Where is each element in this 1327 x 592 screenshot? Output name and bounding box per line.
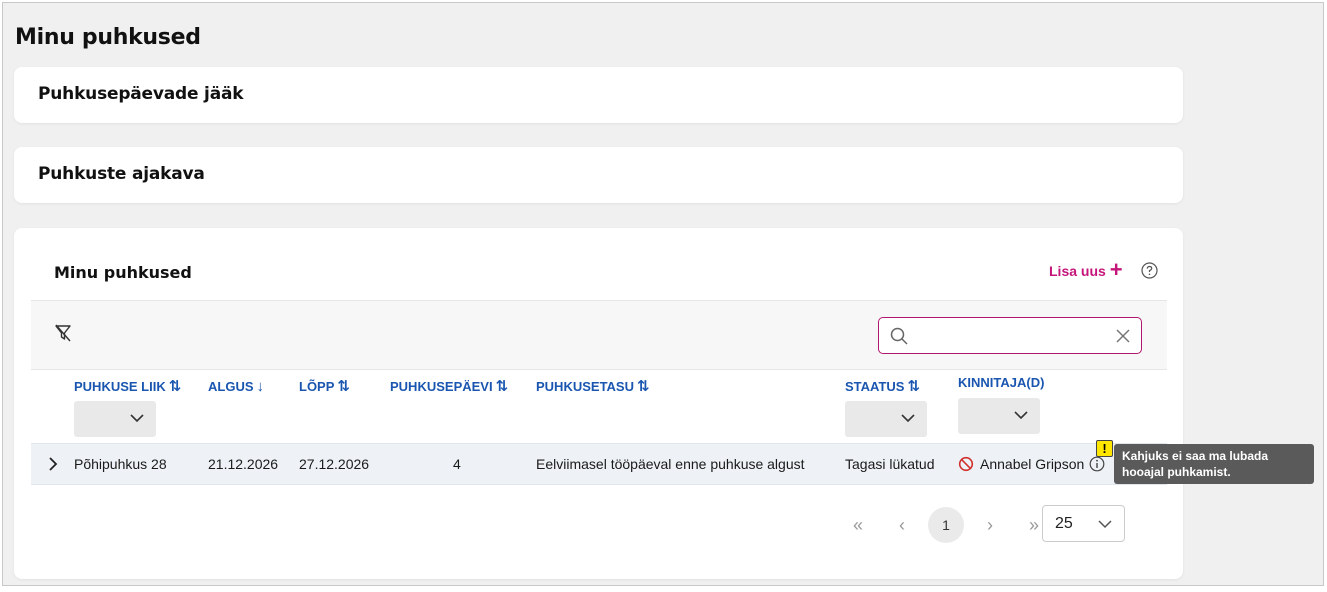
first-page-button[interactable]: « [840,507,876,543]
cell-type: Põhipuhkus 28 [74,456,167,472]
section-title: Minu puhkused [54,263,192,282]
cell-days: 4 [453,456,461,472]
cell-status: Tagasi lükatud [845,456,935,472]
add-new-label: Lisa uus [1049,263,1106,279]
column-header-approver[interactable]: KINNITAJA(D) [958,375,1044,390]
sort-desc-icon: ↓ [256,377,265,395]
page-size-value: 25 [1055,515,1073,532]
chevron-down-icon [1098,520,1112,529]
chevron-down-icon [901,414,915,423]
chevron-down-icon [1014,411,1028,420]
cell-start: 21.12.2026 [208,456,279,472]
schedule-card-title[interactable]: Puhkuste ajakava [38,164,205,184]
sort-both-icon: ⇅ [495,377,509,395]
leaves-card: Minu puhkused Lisa uus + PUHKUSE LIIK ⇅ … [14,228,1183,579]
cell-approver: Annabel Gripson [980,456,1085,472]
plus-icon: + [1109,257,1123,282]
close-icon[interactable] [1115,328,1131,344]
info-icon[interactable] [1089,456,1105,472]
status-filter-dropdown[interactable] [845,401,927,437]
page-title: Minu puhkused [15,25,201,50]
column-header-type[interactable]: PUHKUSE LIIK ⇅ [74,377,182,395]
page-1-button[interactable]: 1 [928,507,964,543]
cell-end: 27.12.2026 [299,456,370,472]
help-circle-icon[interactable] [1141,262,1158,279]
type-filter-dropdown[interactable] [74,401,156,437]
sort-both-icon: ⇅ [907,377,921,395]
balance-card[interactable]: Puhkusepäevade jääk [14,67,1183,123]
prev-page-button[interactable]: ‹ [884,507,920,543]
column-header-end[interactable]: LÕPP ⇅ [299,377,350,395]
page-size-select[interactable]: 25 [1042,505,1125,542]
schedule-card[interactable]: Puhkuste ajakava [14,147,1183,203]
blocked-icon [958,456,974,472]
table-toolbar [31,300,1167,370]
table-header: PUHKUSE LIIK ⇅ ALGUS ↓ LÕPP ⇅ PUHKUSEPÄE… [31,371,1167,443]
approver-filter-dropdown[interactable] [958,398,1040,434]
search-field[interactable] [878,317,1142,354]
pagination: « ‹ 1 › » 25 [31,504,1167,546]
table-row[interactable]: Põhipuhkus 28 21.12.2026 27.12.2026 4 Ee… [31,443,1167,485]
column-header-status[interactable]: STAATUS ⇅ [845,377,921,395]
next-page-button[interactable]: › [972,507,1008,543]
search-icon [890,327,908,345]
column-header-pay[interactable]: PUHKUSETASU ⇅ [536,377,650,395]
add-new-button[interactable]: Lisa uus + [1049,257,1123,282]
sort-both-icon: ⇅ [337,377,350,395]
warning-badge-icon: ! [1096,440,1113,457]
filter-off-icon[interactable] [53,323,73,343]
column-header-days[interactable]: PUHKUSEPÄEVI ⇅ [390,377,509,395]
search-input[interactable] [917,324,1107,348]
column-header-start[interactable]: ALGUS ↓ [208,377,265,395]
app-frame: Minu puhkused Puhkusepäevade jääk Puhkus… [2,2,1324,586]
sort-both-icon: ⇅ [637,377,650,395]
rejection-tooltip: Kahjuks ei saa ma lubada hooajal puhkami… [1114,444,1314,484]
chevron-right-icon[interactable] [45,455,61,473]
cell-pay: Eelviimasel tööpäeval enne puhkuse algus… [536,456,805,472]
chevron-down-icon [130,414,144,423]
sort-both-icon: ⇅ [168,377,182,395]
balance-card-title[interactable]: Puhkusepäevade jääk [38,84,244,104]
